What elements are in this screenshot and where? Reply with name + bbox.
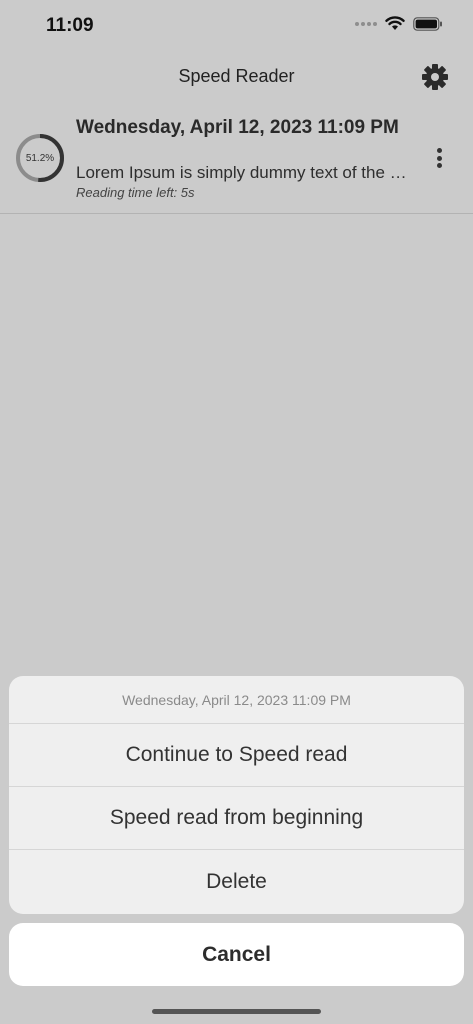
- item-title: Wednesday, April 12, 2023 11:09 PM: [76, 117, 399, 138]
- status-time: 11:09: [46, 15, 94, 36]
- gear-icon: [422, 64, 448, 90]
- delete-button[interactable]: Delete: [9, 850, 464, 914]
- action-sheet: Wednesday, April 12, 2023 11:09 PM Conti…: [9, 676, 464, 914]
- status-bar: 11:09: [0, 0, 473, 52]
- wifi-icon: [385, 16, 405, 30]
- more-vertical-icon: [436, 155, 442, 161]
- battery-icon: [413, 16, 442, 31]
- progress-percent-label: 51.2%: [25, 152, 55, 164]
- item-excerpt: Lorem Ipsum is simply dummy text of the …: [76, 163, 408, 182]
- page-title: Speed Reader: [178, 66, 295, 86]
- home-indicator: [152, 1009, 321, 1014]
- list-item[interactable]: 51.2% Wednesday, April 12, 2023 11:09 PM…: [0, 110, 473, 214]
- speed-read-from-beginning-button[interactable]: Speed read from beginning: [9, 787, 464, 850]
- continue-speed-read-button[interactable]: Continue to Speed read: [9, 724, 464, 787]
- settings-button[interactable]: [421, 63, 449, 91]
- cellular-signal-icon: [355, 21, 377, 26]
- more-options-button[interactable]: [427, 144, 451, 172]
- status-icons: [355, 16, 443, 31]
- reading-time-left: Reading time left: 5s: [76, 185, 195, 200]
- action-sheet-title: Wednesday, April 12, 2023 11:09 PM: [9, 676, 464, 724]
- cancel-button[interactable]: Cancel: [9, 923, 464, 986]
- more-vertical-icon: [436, 163, 442, 168]
- nav-bar: Speed Reader: [0, 56, 473, 98]
- more-vertical-icon: [436, 148, 442, 153]
